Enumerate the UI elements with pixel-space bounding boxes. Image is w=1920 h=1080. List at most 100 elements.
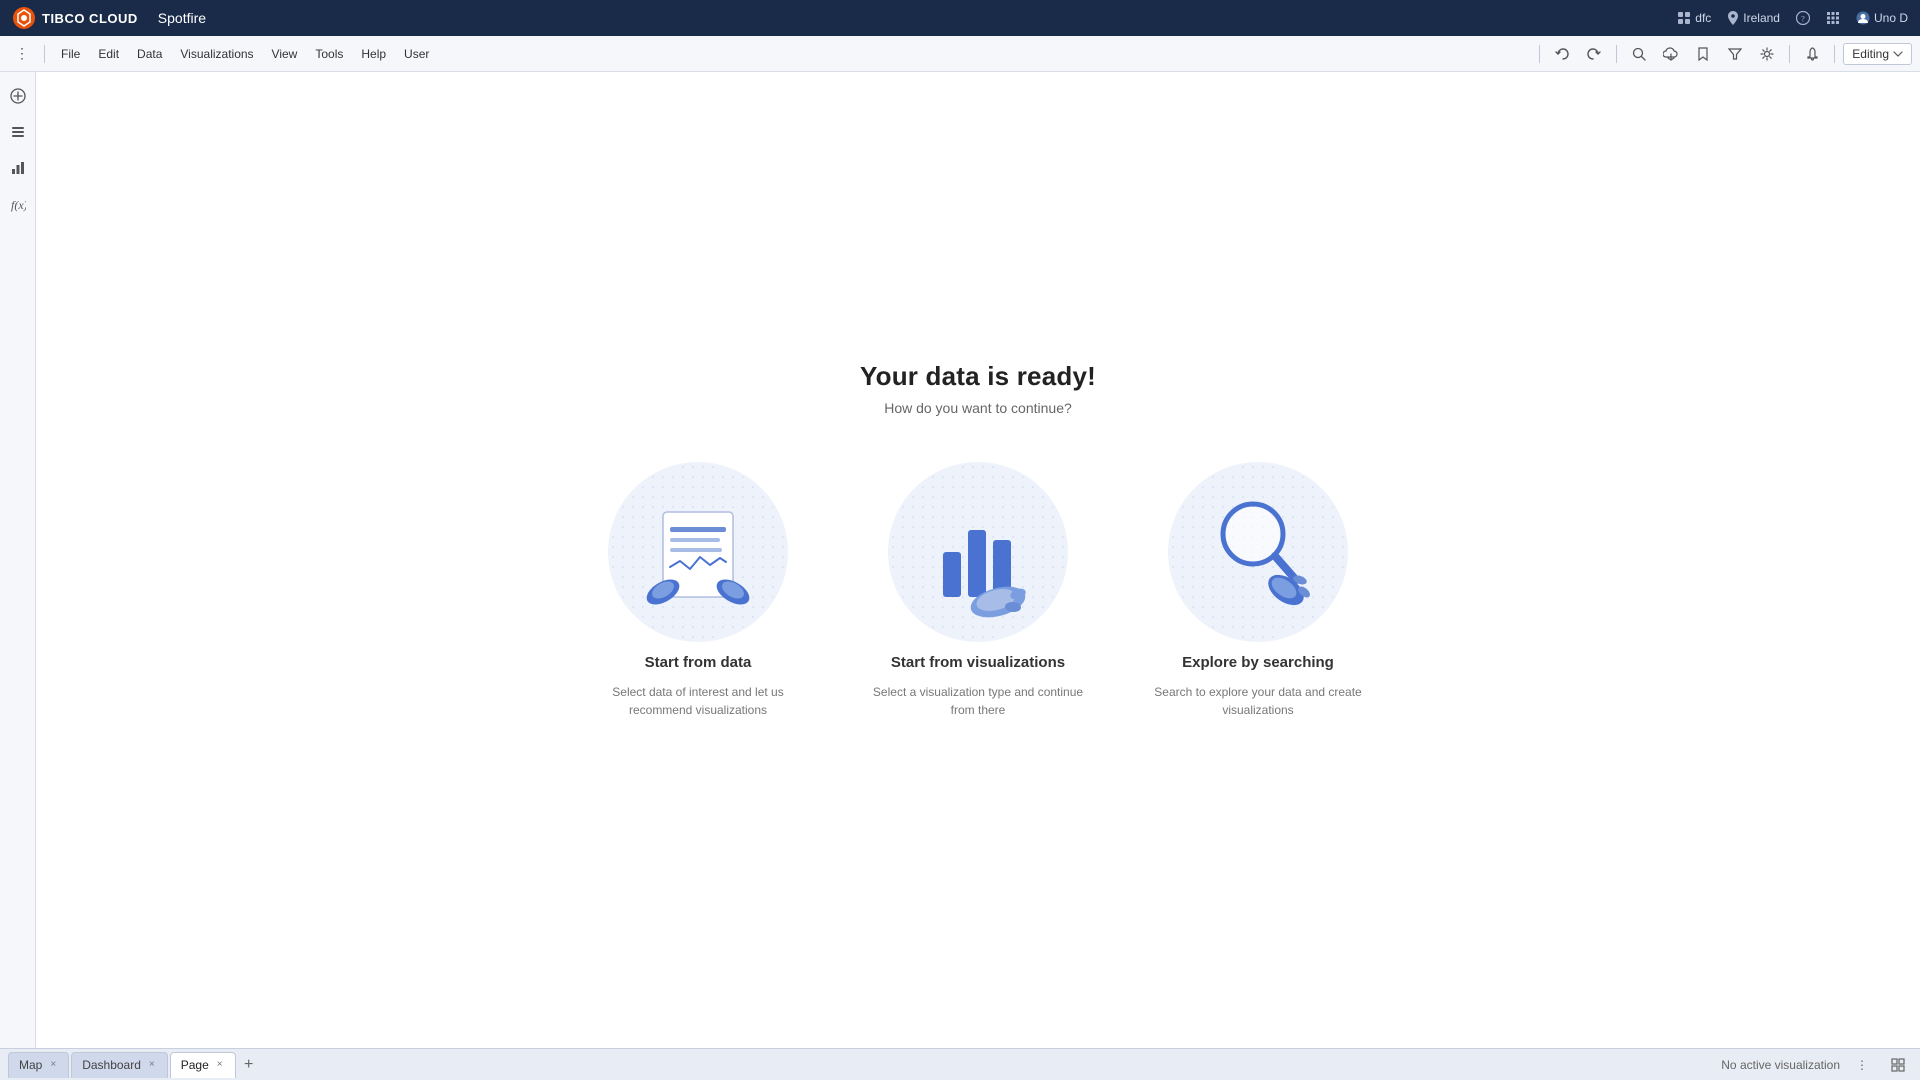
search-icon xyxy=(1632,47,1646,61)
top-bar: TIBCO CLOUD Spotfire dfc Ireland ? xyxy=(0,0,1920,36)
toolbar-separator-5 xyxy=(1834,45,1835,63)
visualizations-menu-button[interactable]: Visualizations xyxy=(172,43,261,65)
formula-icon: f(x) xyxy=(10,196,26,212)
tab-bar-grid-button[interactable] xyxy=(1884,1051,1912,1079)
sidebar: f(x) xyxy=(0,72,36,1048)
main-subtitle: How do you want to continue? xyxy=(884,400,1072,416)
dots-menu-button[interactable]: ⋮ xyxy=(8,40,36,68)
page-tab-label: Page xyxy=(181,1058,209,1072)
plus-icon xyxy=(10,88,26,104)
sidebar-formula-button[interactable]: f(x) xyxy=(2,188,34,220)
edit-menu-button[interactable]: Edit xyxy=(90,43,127,65)
start-from-viz-desc: Select a visualization type and continue… xyxy=(868,683,1088,719)
sidebar-chart-button[interactable] xyxy=(2,152,34,184)
location-icon xyxy=(1727,11,1739,25)
sidebar-list-button[interactable] xyxy=(2,116,34,148)
no-active-viz-status: No active visualization xyxy=(1721,1058,1840,1072)
svg-text:f(x): f(x) xyxy=(11,198,26,212)
top-bar-left: TIBCO CLOUD Spotfire xyxy=(12,6,206,30)
help-icon: ? xyxy=(1796,11,1810,25)
map-tab[interactable]: Map × xyxy=(8,1052,69,1078)
main-content-area: Your data is ready! How do you want to c… xyxy=(36,72,1920,1048)
explore-title: Explore by searching xyxy=(1182,654,1334,671)
bookmark-icon xyxy=(1697,47,1709,61)
help-item[interactable]: ? xyxy=(1796,11,1810,25)
editing-label: Editing xyxy=(1852,47,1889,61)
start-from-data-title: Start from data xyxy=(645,654,752,671)
user-avatar-icon xyxy=(1856,11,1870,25)
search-toolbar-button[interactable] xyxy=(1625,40,1653,68)
map-tab-close[interactable]: × xyxy=(48,1059,58,1071)
tibco-cloud-text: TIBCO CLOUD xyxy=(42,11,138,26)
grid-icon xyxy=(1826,11,1840,25)
toolbar: ⋮ File Edit Data Visualizations View Too… xyxy=(0,36,1920,72)
tab-bar: Map × Dashboard × Page × + No active vis… xyxy=(0,1048,1920,1080)
explore-desc: Search to explore your data and create v… xyxy=(1148,683,1368,719)
data-illustration-svg xyxy=(608,462,788,642)
redo-icon xyxy=(1587,47,1601,61)
add-tab-button[interactable]: + xyxy=(238,1054,260,1076)
dashboard-tab-close[interactable]: × xyxy=(147,1059,157,1071)
app-name: Spotfire xyxy=(158,10,206,26)
toolbar-menu: File Edit Data Visualizations View Tools… xyxy=(53,43,1531,65)
dfc-label: dfc xyxy=(1695,11,1711,25)
user-item[interactable]: Uno D xyxy=(1856,11,1908,25)
tibco-logo-icon xyxy=(12,6,36,30)
list-icon xyxy=(10,124,26,140)
chevron-down-icon xyxy=(1893,51,1903,57)
view-menu-button[interactable]: View xyxy=(264,43,306,65)
bar-chart-icon xyxy=(10,160,26,176)
cloud-toolbar-button[interactable] xyxy=(1657,40,1685,68)
cloud-icon xyxy=(1663,47,1679,61)
filter-toolbar-button[interactable] xyxy=(1721,40,1749,68)
filter-icon xyxy=(1728,47,1742,61)
undo-button[interactable] xyxy=(1548,40,1576,68)
tab-bar-right: No active visualization ⋮ xyxy=(1721,1051,1912,1079)
settings-toolbar-button[interactable] xyxy=(1753,40,1781,68)
cards-row: Start from data Select data of interest … xyxy=(588,462,1368,719)
toolbar-separator-3 xyxy=(1616,45,1617,63)
explore-illustration xyxy=(1168,462,1348,642)
logo-area[interactable]: TIBCO CLOUD xyxy=(12,6,138,30)
grid-item[interactable] xyxy=(1826,11,1840,25)
dashboard-tab-label: Dashboard xyxy=(82,1058,141,1072)
user-menu-button[interactable]: User xyxy=(396,43,437,65)
user-name-label: Uno D xyxy=(1874,11,1908,25)
start-from-viz-title: Start from visualizations xyxy=(891,654,1065,671)
toolbar-separator-1 xyxy=(44,45,45,63)
tools-menu-button[interactable]: Tools xyxy=(307,43,351,65)
explore-by-searching-card[interactable]: Explore by searching Search to explore y… xyxy=(1148,462,1368,719)
region-item[interactable]: Ireland xyxy=(1727,11,1780,25)
sidebar-add-button[interactable] xyxy=(2,80,34,112)
top-bar-right: dfc Ireland ? xyxy=(1677,11,1908,25)
start-from-viz-illustration xyxy=(888,462,1068,642)
start-from-data-card[interactable]: Start from data Select data of interest … xyxy=(588,462,808,719)
page-tab[interactable]: Page × xyxy=(170,1052,236,1078)
dfc-item[interactable]: dfc xyxy=(1677,11,1711,25)
editing-button[interactable]: Editing xyxy=(1843,43,1912,65)
start-from-visualizations-card[interactable]: Start from visualizations Select a visua… xyxy=(868,462,1088,719)
viz-illustration-svg xyxy=(888,462,1068,642)
main-title: Your data is ready! xyxy=(860,361,1096,392)
data-menu-button[interactable]: Data xyxy=(129,43,170,65)
dashboard-icon xyxy=(1677,11,1691,25)
start-from-data-illustration xyxy=(608,462,788,642)
bookmark-toolbar-button[interactable] xyxy=(1689,40,1717,68)
bell-icon xyxy=(1806,47,1819,61)
redo-button[interactable] xyxy=(1580,40,1608,68)
welcome-content: Your data is ready! How do you want to c… xyxy=(588,361,1368,719)
start-from-data-desc: Select data of interest and let us recom… xyxy=(588,683,808,719)
toolbar-right: Editing xyxy=(1625,40,1912,68)
bell-toolbar-button[interactable] xyxy=(1798,40,1826,68)
file-menu-button[interactable]: File xyxy=(53,43,88,65)
grid-view-icon xyxy=(1891,1058,1905,1072)
search-illustration-svg xyxy=(1168,462,1348,642)
tab-bar-more-button[interactable]: ⋮ xyxy=(1848,1051,1876,1079)
page-tab-close[interactable]: × xyxy=(215,1059,225,1071)
toolbar-separator-4 xyxy=(1789,45,1790,63)
settings-icon xyxy=(1760,47,1774,61)
svg-text:?: ? xyxy=(1801,15,1805,24)
map-tab-label: Map xyxy=(19,1058,42,1072)
dashboard-tab[interactable]: Dashboard × xyxy=(71,1052,168,1078)
help-menu-button[interactable]: Help xyxy=(353,43,394,65)
